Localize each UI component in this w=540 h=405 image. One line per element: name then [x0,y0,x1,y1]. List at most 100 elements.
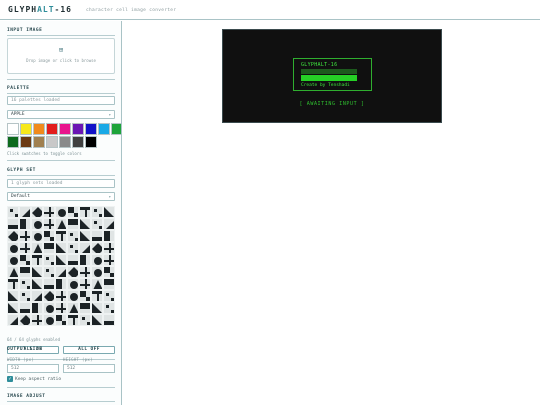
glyph-tile[interactable] [19,254,31,266]
glyph-tile[interactable] [91,230,103,242]
palette-swatch[interactable] [46,136,58,148]
glyph-tile[interactable] [31,302,43,314]
glyph-grid[interactable] [7,206,115,326]
glyph-tile[interactable] [43,230,55,242]
glyph-tile[interactable] [31,218,43,230]
glyph-tile[interactable] [55,314,67,326]
glyph-tile[interactable] [43,218,55,230]
glyph-tile[interactable] [7,254,19,266]
glyph-tile[interactable] [43,206,55,218]
glyph-tile[interactable] [103,218,115,230]
glyph-tile[interactable] [43,314,55,326]
preview-canvas[interactable]: GLYPHALT-16 Create by Tenshadi [ AWAITIN… [222,29,442,123]
glyph-tile[interactable] [31,230,43,242]
glyph-tile[interactable] [91,266,103,278]
glyph-tile[interactable] [55,302,67,314]
glyph-tile[interactable] [55,206,67,218]
glyph-tile[interactable] [79,266,91,278]
glyph-tile[interactable] [103,230,115,242]
glyph-tile[interactable] [19,230,31,242]
glyph-tile[interactable] [7,302,19,314]
image-dropzone[interactable]: ⊞ Drop image or click to browse [7,38,115,74]
glyph-tile[interactable] [31,314,43,326]
glyph-tile[interactable] [19,278,31,290]
palette-swatch[interactable] [33,123,45,135]
glyph-tile[interactable] [31,278,43,290]
glyph-tile[interactable] [91,314,103,326]
glyph-tile[interactable] [67,314,79,326]
glyph-tile[interactable] [19,290,31,302]
palette-swatch[interactable] [72,123,84,135]
glyph-tile[interactable] [103,290,115,302]
glyph-tile[interactable] [67,218,79,230]
palette-swatch[interactable] [98,123,110,135]
glyph-tile[interactable] [7,218,19,230]
glyph-tile[interactable] [43,242,55,254]
palette-swatch[interactable] [20,123,32,135]
glyph-tile[interactable] [67,242,79,254]
glyph-tile[interactable] [55,266,67,278]
glyph-tile[interactable] [67,302,79,314]
glyph-tile[interactable] [55,290,67,302]
glyph-tile[interactable] [79,242,91,254]
palette-select[interactable]: APPLE ▾ [7,110,115,119]
palette-swatch[interactable] [59,123,71,135]
glyph-tile[interactable] [19,314,31,326]
glyph-tile[interactable] [19,242,31,254]
glyph-tile[interactable] [7,206,19,218]
glyph-tile[interactable] [7,230,19,242]
glyph-tile[interactable] [91,278,103,290]
glyph-tile[interactable] [91,206,103,218]
palette-swatch[interactable] [59,136,71,148]
glyph-tile[interactable] [91,302,103,314]
glyph-tile[interactable] [43,254,55,266]
glyph-tile[interactable] [103,302,115,314]
glyph-tile[interactable] [7,290,19,302]
keep-aspect-checkbox[interactable]: ✓ [7,376,13,382]
glyph-tile[interactable] [7,266,19,278]
palette-swatch[interactable] [46,123,58,135]
glyph-tile[interactable] [31,266,43,278]
palette-swatches[interactable] [7,123,121,148]
glyph-tile[interactable] [79,218,91,230]
glyph-tile[interactable] [31,242,43,254]
glyph-tile[interactable] [7,278,19,290]
glyph-tile[interactable] [19,218,31,230]
glyph-tile[interactable] [91,242,103,254]
glyph-tile[interactable] [103,278,115,290]
glyph-tile[interactable] [67,254,79,266]
glyph-tile[interactable] [67,230,79,242]
glyph-tile[interactable] [91,290,103,302]
glyph-set-select[interactable]: Default ▾ [7,192,115,201]
glyph-tile[interactable] [19,206,31,218]
glyph-tile[interactable] [43,302,55,314]
glyph-tile[interactable] [55,278,67,290]
glyph-tile[interactable] [79,314,91,326]
glyph-tile[interactable] [7,314,19,326]
palette-swatch[interactable] [111,123,121,135]
glyph-tile[interactable] [19,302,31,314]
glyph-tile[interactable] [31,254,43,266]
palette-swatch[interactable] [7,123,19,135]
glyph-tile[interactable] [79,254,91,266]
palette-swatch[interactable] [33,136,45,148]
glyph-tile[interactable] [67,266,79,278]
glyph-tile[interactable] [79,290,91,302]
glyph-tile[interactable] [103,266,115,278]
glyph-tile[interactable] [67,278,79,290]
height-input[interactable]: 512 [63,364,115,373]
glyph-tile[interactable] [43,290,55,302]
glyph-tile[interactable] [103,314,115,326]
glyph-tile[interactable] [55,254,67,266]
glyph-tile[interactable] [79,206,91,218]
glyph-tile[interactable] [79,302,91,314]
palette-swatch[interactable] [20,136,32,148]
glyph-tile[interactable] [55,218,67,230]
glyph-tile[interactable] [67,290,79,302]
glyph-tile[interactable] [79,278,91,290]
glyph-tile[interactable] [7,242,19,254]
glyph-tile[interactable] [79,230,91,242]
all-off-button[interactable]: ALL OFF [63,346,115,354]
palette-swatch[interactable] [85,123,97,135]
glyph-tile[interactable] [31,206,43,218]
